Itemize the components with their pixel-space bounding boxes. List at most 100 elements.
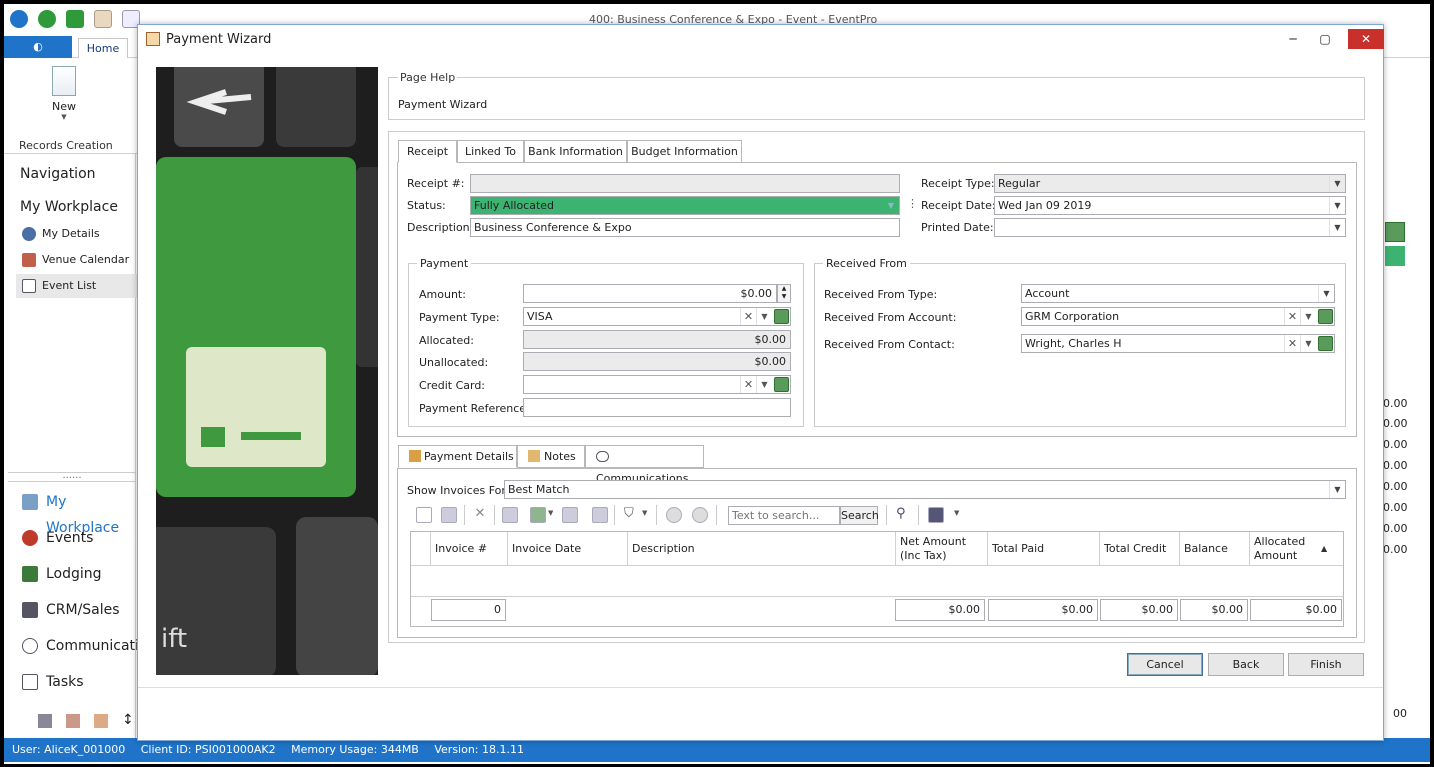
nav-section-my-workplace[interactable]: My Workplace [16,489,140,536]
edit-icon[interactable] [502,507,518,523]
column-total-credit[interactable]: Total Credit [1100,532,1180,566]
lookup-grid-icon[interactable] [1318,336,1333,351]
filter-icon[interactable]: ⛉ [624,507,640,523]
status-bar: User: AliceK_001000 Client ID: PSI001000… [4,738,1430,762]
column-invoice-number[interactable]: Invoice # [431,532,508,566]
next-icon[interactable] [692,507,708,523]
nav-section-crm-sales[interactable]: CRM/Sales [16,597,140,623]
sort-arrows-icon[interactable]: ↕ [122,712,134,728]
app-menu-button[interactable]: ◐ [4,36,72,58]
nav-section-tasks[interactable]: Tasks [16,669,140,695]
back-nav-icon[interactable] [10,10,28,28]
payment-reference-field[interactable] [523,398,791,417]
printed-date-picker[interactable]: ▼ [994,218,1346,237]
chevron-down-icon[interactable]: ▼ [954,509,959,517]
new-record-icon[interactable] [416,507,432,523]
save-green-icon[interactable] [66,10,84,28]
status-dropdown[interactable]: Fully Allocated ▼ [470,196,900,215]
clear-icon[interactable]: ✕ [1284,335,1300,352]
finish-button[interactable]: Finish [1288,653,1364,676]
stack-icon[interactable] [94,714,108,728]
sort-ascending-icon[interactable]: ▲ [1321,544,1327,553]
cancel-button[interactable]: Cancel [1127,653,1203,676]
tab-notes[interactable]: Notes [517,445,585,468]
nav-section-lodging[interactable]: Lodging [16,561,140,587]
search-button[interactable]: Search [840,506,879,525]
close-button[interactable]: ✕ [1348,29,1384,49]
calculator-icon[interactable] [38,714,52,728]
receipt-date-picker[interactable]: Wed Jan 09 2019 ▼ [994,196,1346,215]
tab-linked-to[interactable]: Linked To [457,140,524,163]
chevron-down-icon[interactable]: ▼ [1300,308,1316,325]
received-from-type-dropdown[interactable]: Account ▼ [1021,284,1335,303]
column-invoice-date[interactable]: Invoice Date [508,532,628,566]
amount-spinner[interactable]: ▲ ▼ [777,284,791,303]
previous-icon[interactable] [666,507,682,523]
tab-communications[interactable]: Communications [585,445,704,485]
chevron-down-icon[interactable]: ▼ [756,308,772,325]
tab-home[interactable]: Home [78,38,128,59]
column-total-paid[interactable]: Total Paid [988,532,1100,566]
column-description[interactable]: Description [628,532,896,566]
received-from-account-dropdown[interactable]: GRM Corporation ✕ ▼ [1021,307,1335,326]
receipt-number-field[interactable] [470,174,900,193]
maximize-button[interactable]: ▢ [1310,29,1340,49]
minimize-button[interactable]: ─ [1278,29,1308,49]
tab-receipt[interactable]: Receipt [398,140,457,163]
vertical-ellipsis-icon[interactable]: ⋮ [907,197,918,210]
nav-splitter[interactable]: ...... [8,471,136,482]
tab-payment-details[interactable]: Payment Details [398,445,517,468]
tab-bank-information[interactable]: Bank Information [524,140,627,163]
refresh-icon[interactable] [38,10,56,28]
received-from-contact-dropdown[interactable]: Wright, Charles H ✕ ▼ [1021,334,1335,353]
nav-item-event-list[interactable]: Event List [16,274,140,298]
view-icon[interactable] [592,507,608,523]
chevron-down-icon[interactable]: ▼ [642,509,647,517]
show-invoices-dropdown[interactable]: Best Match ▼ [504,480,1346,499]
grid-layout-icon[interactable] [530,507,546,523]
column-allocated-amount[interactable]: Allocated Amount [1250,532,1320,566]
lookup-grid-icon[interactable] [1318,309,1333,324]
export-icon[interactable] [562,507,578,523]
nav-item-my-details[interactable]: My Details [16,222,140,246]
nav-section-communication[interactable]: Communication [16,633,156,659]
chevron-down-icon: ▼ [1329,481,1345,498]
column-balance[interactable]: Balance [1180,532,1250,566]
lookup-grid-icon[interactable] [774,377,789,392]
chevron-down-icon[interactable]: ▼ [1300,335,1316,352]
lookup-grid-icon[interactable] [774,309,789,324]
description-field[interactable]: Business Conference & Expo [470,218,900,237]
nav-item-venue-calendar[interactable]: Venue Calendar [16,248,140,272]
new-button[interactable]: New ▼ [44,66,84,121]
calendar-quick-icon[interactable] [94,10,112,28]
tab-budget-information[interactable]: Budget Information [627,140,742,163]
receipt-type-label: Receipt Type: [921,177,995,190]
save-layout-icon[interactable] [928,507,944,523]
find-icon[interactable]: ⚲ [896,507,912,523]
chevron-down-icon: ▼ [1329,175,1345,192]
amount-field[interactable]: $0.00 [523,284,777,303]
clipboard-icon[interactable] [66,714,80,728]
receipt-type-dropdown[interactable]: Regular ▼ [994,174,1346,193]
chevron-down-icon[interactable]: ▼ [548,509,553,517]
credit-card-dropdown[interactable]: ✕ ▼ [523,375,791,394]
copy-icon[interactable] [441,507,457,523]
nav-section-events[interactable]: Events [16,525,140,551]
clear-icon[interactable]: ✕ [740,308,756,325]
delete-icon[interactable]: ✕ [472,507,488,523]
grid-lookup-icon[interactable] [1385,222,1405,242]
clear-icon[interactable]: ✕ [740,376,756,393]
column-net-amount[interactable]: Net Amount (Inc Tax) [896,532,988,566]
chevron-down-icon[interactable]: ▼ [756,376,772,393]
total-balance: $0.00 [1180,599,1248,621]
keyboard-key-glyph: ift [161,624,187,654]
nav-section-label: Tasks [46,674,84,690]
back-button[interactable]: Back [1208,653,1284,676]
payment-details-icon [409,450,421,462]
calendar-icon [22,253,36,267]
background-value: 0.00 [1383,501,1408,514]
nav-item-label: Venue Calendar [42,253,130,266]
payment-type-dropdown[interactable]: VISA ✕ ▼ [523,307,791,326]
search-input[interactable] [728,506,840,525]
clear-icon[interactable]: ✕ [1284,308,1300,325]
